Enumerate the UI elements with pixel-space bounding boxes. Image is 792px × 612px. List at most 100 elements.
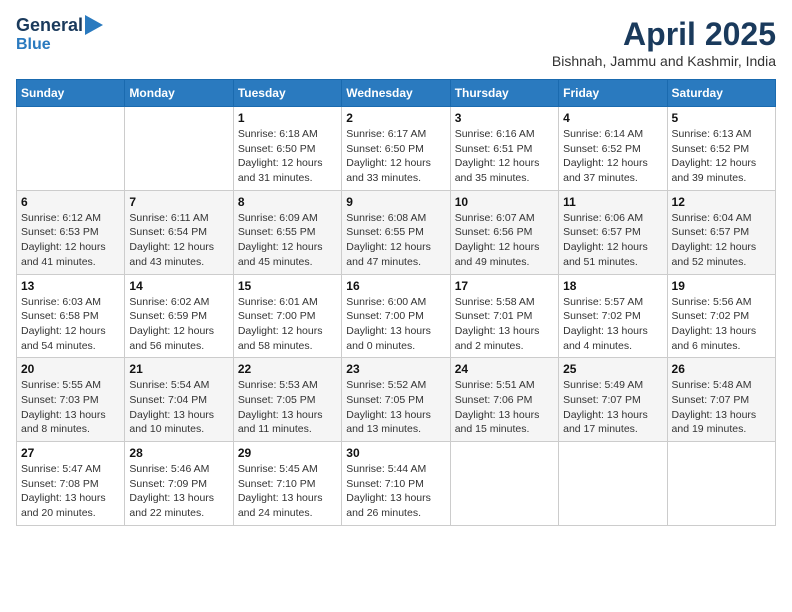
day-number: 21	[129, 362, 228, 376]
day-number: 9	[346, 195, 445, 209]
calendar-cell: 25Sunrise: 5:49 AM Sunset: 7:07 PM Dayli…	[559, 358, 667, 442]
calendar-cell: 19 Sunrise: 5:56 AM Sunset: 7:02 PM Dayli…	[667, 274, 775, 358]
day-info: Sunrise: 5:46 AM Sunset: 7:09 PM Dayligh…	[129, 462, 228, 521]
day-number: 23	[346, 362, 445, 376]
day-number: 16	[346, 279, 445, 293]
calendar-cell	[17, 107, 125, 191]
day-info: Sunrise: 5:52 AM Sunset: 7:05 PM Dayligh…	[346, 378, 445, 437]
day-info: Sunrise: 6:17 AM Sunset: 6:50 PM Dayligh…	[346, 127, 445, 186]
day-info: Sunrise: 6:04 AM Sunset: 6:57 PM Dayligh…	[672, 211, 771, 270]
calendar-week-row: 13 Sunrise: 6:03 AM Sunset: 6:58 PM Dayli…	[17, 274, 776, 358]
calendar-cell: 13 Sunrise: 6:03 AM Sunset: 6:58 PM Dayli…	[17, 274, 125, 358]
day-number: 1	[238, 111, 337, 125]
day-info: Sunrise: 6:08 AM Sunset: 6:55 PM Dayligh…	[346, 211, 445, 270]
day-info: Sunrise: 5:57 AM Sunset: 7:02 PM Dayligh…	[563, 295, 662, 354]
day-of-week-header: Tuesday	[233, 80, 341, 107]
calendar-cell: 16 Sunrise: 6:00 AM Sunset: 7:00 PM Dayli…	[342, 274, 450, 358]
day-info: Sunrise: 6:07 AM Sunset: 6:56 PM Dayligh…	[455, 211, 554, 270]
day-of-week-header: Wednesday	[342, 80, 450, 107]
day-number: 2	[346, 111, 445, 125]
day-info: Sunrise: 6:00 AM Sunset: 7:00 PM Dayligh…	[346, 295, 445, 354]
calendar-cell: 11 Sunrise: 6:06 AM Sunset: 6:57 PM Dayli…	[559, 190, 667, 274]
day-number: 7	[129, 195, 228, 209]
day-info: Sunrise: 5:47 AM Sunset: 7:08 PM Dayligh…	[21, 462, 120, 521]
day-info: Sunrise: 5:55 AM Sunset: 7:03 PM Dayligh…	[21, 378, 120, 437]
day-number: 15	[238, 279, 337, 293]
calendar-cell: 9 Sunrise: 6:08 AM Sunset: 6:55 PM Daylig…	[342, 190, 450, 274]
day-info: Sunrise: 5:56 AM Sunset: 7:02 PM Dayligh…	[672, 295, 771, 354]
calendar-cell: 1Sunrise: 6:18 AM Sunset: 6:50 PM Daylig…	[233, 107, 341, 191]
day-info: Sunrise: 6:06 AM Sunset: 6:57 PM Dayligh…	[563, 211, 662, 270]
logo-general: General	[16, 16, 83, 36]
logo-arrow-icon	[85, 15, 103, 35]
calendar-cell: 3Sunrise: 6:16 AM Sunset: 6:51 PM Daylig…	[450, 107, 558, 191]
day-info: Sunrise: 6:11 AM Sunset: 6:54 PM Dayligh…	[129, 211, 228, 270]
day-number: 6	[21, 195, 120, 209]
title-area: April 2025 Bishnah, Jammu and Kashmir, I…	[552, 16, 776, 69]
calendar-cell: 8 Sunrise: 6:09 AM Sunset: 6:55 PM Daylig…	[233, 190, 341, 274]
day-number: 30	[346, 446, 445, 460]
day-info: Sunrise: 5:58 AM Sunset: 7:01 PM Dayligh…	[455, 295, 554, 354]
day-number: 4	[563, 111, 662, 125]
day-number: 17	[455, 279, 554, 293]
day-number: 5	[672, 111, 771, 125]
day-number: 19	[672, 279, 771, 293]
day-number: 11	[563, 195, 662, 209]
calendar: SundayMondayTuesdayWednesdayThursdayFrid…	[16, 79, 776, 526]
calendar-cell	[450, 442, 558, 526]
calendar-cell: 20 Sunrise: 5:55 AM Sunset: 7:03 PM Dayli…	[17, 358, 125, 442]
day-info: Sunrise: 6:03 AM Sunset: 6:58 PM Dayligh…	[21, 295, 120, 354]
calendar-cell: 15Sunrise: 6:01 AM Sunset: 7:00 PM Dayli…	[233, 274, 341, 358]
day-info: Sunrise: 6:09 AM Sunset: 6:55 PM Dayligh…	[238, 211, 337, 270]
calendar-cell: 5Sunrise: 6:13 AM Sunset: 6:52 PM Daylig…	[667, 107, 775, 191]
calendar-cell: 22Sunrise: 5:53 AM Sunset: 7:05 PM Dayli…	[233, 358, 341, 442]
day-number: 24	[455, 362, 554, 376]
day-number: 28	[129, 446, 228, 460]
day-number: 13	[21, 279, 120, 293]
calendar-cell: 30 Sunrise: 5:44 AM Sunset: 7:10 PM Dayli…	[342, 442, 450, 526]
days-of-week-row: SundayMondayTuesdayWednesdayThursdayFrid…	[17, 80, 776, 107]
calendar-cell	[125, 107, 233, 191]
day-number: 8	[238, 195, 337, 209]
calendar-cell: 14Sunrise: 6:02 AM Sunset: 6:59 PM Dayli…	[125, 274, 233, 358]
calendar-week-row: 27 Sunrise: 5:47 AM Sunset: 7:08 PM Dayli…	[17, 442, 776, 526]
day-number: 18	[563, 279, 662, 293]
day-info: Sunrise: 6:14 AM Sunset: 6:52 PM Dayligh…	[563, 127, 662, 186]
day-of-week-header: Saturday	[667, 80, 775, 107]
logo: General Blue	[16, 16, 103, 53]
day-info: Sunrise: 5:51 AM Sunset: 7:06 PM Dayligh…	[455, 378, 554, 437]
day-number: 26	[672, 362, 771, 376]
calendar-cell: 23 Sunrise: 5:52 AM Sunset: 7:05 PM Dayli…	[342, 358, 450, 442]
calendar-cell: 7 Sunrise: 6:11 AM Sunset: 6:54 PM Daylig…	[125, 190, 233, 274]
calendar-cell: 28 Sunrise: 5:46 AM Sunset: 7:09 PM Dayli…	[125, 442, 233, 526]
day-number: 20	[21, 362, 120, 376]
calendar-cell: 21 Sunrise: 5:54 AM Sunset: 7:04 PM Dayli…	[125, 358, 233, 442]
calendar-body: 1Sunrise: 6:18 AM Sunset: 6:50 PM Daylig…	[17, 107, 776, 526]
day-info: Sunrise: 5:54 AM Sunset: 7:04 PM Dayligh…	[129, 378, 228, 437]
day-info: Sunrise: 5:45 AM Sunset: 7:10 PM Dayligh…	[238, 462, 337, 521]
calendar-cell: 27 Sunrise: 5:47 AM Sunset: 7:08 PM Dayli…	[17, 442, 125, 526]
day-of-week-header: Friday	[559, 80, 667, 107]
calendar-cell: 10Sunrise: 6:07 AM Sunset: 6:56 PM Dayli…	[450, 190, 558, 274]
calendar-week-row: 1Sunrise: 6:18 AM Sunset: 6:50 PM Daylig…	[17, 107, 776, 191]
day-info: Sunrise: 6:02 AM Sunset: 6:59 PM Dayligh…	[129, 295, 228, 354]
calendar-cell: 12 Sunrise: 6:04 AM Sunset: 6:57 PM Dayli…	[667, 190, 775, 274]
day-info: Sunrise: 5:48 AM Sunset: 7:07 PM Dayligh…	[672, 378, 771, 437]
calendar-cell: 18 Sunrise: 5:57 AM Sunset: 7:02 PM Dayli…	[559, 274, 667, 358]
calendar-cell: 4 Sunrise: 6:14 AM Sunset: 6:52 PM Daylig…	[559, 107, 667, 191]
day-info: Sunrise: 6:12 AM Sunset: 6:53 PM Dayligh…	[21, 211, 120, 270]
calendar-cell: 2 Sunrise: 6:17 AM Sunset: 6:50 PM Daylig…	[342, 107, 450, 191]
day-info: Sunrise: 6:16 AM Sunset: 6:51 PM Dayligh…	[455, 127, 554, 186]
day-number: 27	[21, 446, 120, 460]
calendar-cell: 17 Sunrise: 5:58 AM Sunset: 7:01 PM Dayli…	[450, 274, 558, 358]
logo-blue: Blue	[16, 36, 51, 54]
day-info: Sunrise: 5:53 AM Sunset: 7:05 PM Dayligh…	[238, 378, 337, 437]
day-number: 12	[672, 195, 771, 209]
day-info: Sunrise: 5:44 AM Sunset: 7:10 PM Dayligh…	[346, 462, 445, 521]
day-of-week-header: Sunday	[17, 80, 125, 107]
day-of-week-header: Thursday	[450, 80, 558, 107]
month-title: April 2025	[552, 16, 776, 53]
calendar-cell	[667, 442, 775, 526]
day-number: 25	[563, 362, 662, 376]
calendar-week-row: 6 Sunrise: 6:12 AM Sunset: 6:53 PM Daylig…	[17, 190, 776, 274]
